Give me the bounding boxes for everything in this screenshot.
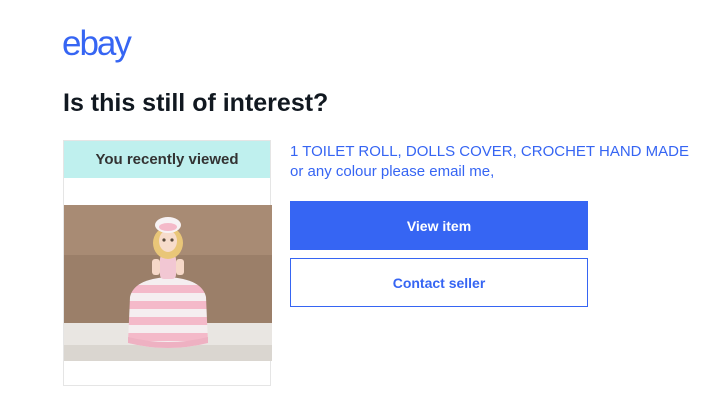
crochet-doll-image: [64, 205, 272, 361]
recently-viewed-label: You recently viewed: [64, 141, 270, 178]
view-item-button[interactable]: View item: [290, 201, 588, 250]
contact-seller-button[interactable]: Contact seller: [290, 258, 588, 307]
item-title-link[interactable]: 1 TOILET ROLL, DOLLS COVER, CROCHET HAND…: [290, 142, 690, 182]
recently-viewed-card[interactable]: You recently viewed: [63, 140, 272, 386]
item-title-line1[interactable]: 1 TOILET ROLL, DOLLS COVER, CROCHET HAND…: [290, 142, 690, 162]
item-title-line2[interactable]: or any colour please email me,: [290, 162, 690, 182]
page-title: Is this still of interest?: [63, 89, 329, 117]
item-photo[interactable]: [64, 205, 272, 361]
ebay-logo[interactable]: ebay: [62, 24, 132, 64]
